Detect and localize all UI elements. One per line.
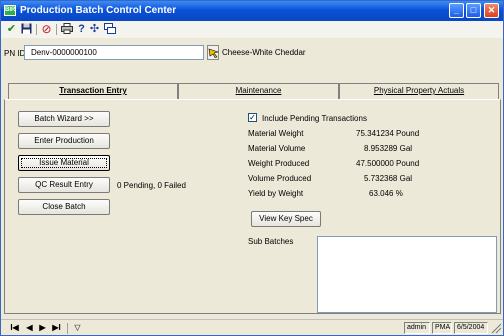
tab-label: Physical Property Actuals bbox=[373, 86, 465, 95]
include-pending-label: Include Pending Transactions bbox=[262, 114, 367, 123]
toolbar: ✔ ⊘ ? ✣ bbox=[1, 21, 503, 38]
tab-maintenance[interactable]: Maintenance bbox=[178, 83, 339, 99]
pn-lookup-button[interactable] bbox=[207, 45, 219, 60]
previous-record-icon[interactable]: ◀ bbox=[23, 322, 36, 334]
title-bar: BIR Production Batch Control Center _ □ … bbox=[1, 1, 503, 21]
tab-physical-property-actuals[interactable]: Physical Property Actuals bbox=[339, 83, 499, 99]
last-record-icon[interactable]: ▶I bbox=[50, 322, 63, 334]
issue-material-button[interactable]: Issue Material bbox=[18, 155, 110, 171]
tab-label: Maintenance bbox=[235, 86, 282, 95]
tab-label: Transaction Entry bbox=[59, 86, 127, 95]
status-bar: I◀ ◀ ▶ ▶I ▽ admin PMA 6/5/2004 bbox=[1, 319, 503, 335]
status-separator bbox=[67, 323, 68, 334]
include-pending-checkbox[interactable]: ✓ bbox=[248, 113, 257, 122]
pn-id-label: PN ID bbox=[4, 49, 26, 58]
tab-transaction-entry[interactable]: Transaction Entry bbox=[8, 83, 178, 100]
tab-strip: Transaction Entry Maintenance Physical P… bbox=[1, 83, 503, 100]
batch-wizard-button[interactable]: Batch Wizard >> bbox=[18, 111, 110, 127]
print-icon[interactable] bbox=[60, 23, 73, 36]
window-title: Production Batch Control Center bbox=[20, 5, 177, 16]
toolbar-separator bbox=[36, 24, 37, 35]
maximize-button[interactable]: □ bbox=[466, 3, 481, 18]
check-icon[interactable]: ✔ bbox=[5, 23, 18, 36]
metric-value: 47.500000 Pound bbox=[356, 159, 420, 168]
enter-production-button[interactable]: Enter Production bbox=[18, 133, 110, 149]
pn-id-input[interactable]: Denv-0000000100 bbox=[24, 45, 204, 60]
toolbar-separator bbox=[56, 24, 57, 35]
refresh-icon[interactable]: ✣ bbox=[88, 23, 101, 36]
next-record-icon[interactable]: ▶ bbox=[36, 322, 49, 334]
sub-batches-label: Sub Batches bbox=[248, 237, 294, 246]
minimize-button[interactable]: _ bbox=[449, 3, 464, 18]
lookup-arrow-icon bbox=[208, 48, 219, 58]
sub-batches-list[interactable] bbox=[317, 236, 497, 313]
status-date: 6/5/2004 bbox=[454, 322, 488, 334]
metric-value: 63.046 % bbox=[369, 189, 403, 198]
resize-grip-icon[interactable] bbox=[490, 322, 502, 334]
qc-status-text: 0 Pending, 0 Failed bbox=[117, 181, 186, 190]
qc-result-entry-button[interactable]: QC Result Entry bbox=[18, 177, 110, 193]
metric-value: 75.341234 Pound bbox=[356, 129, 420, 138]
save-icon[interactable] bbox=[20, 23, 33, 36]
first-record-icon[interactable]: I◀ bbox=[8, 322, 21, 334]
close-batch-button[interactable]: Close Batch bbox=[18, 199, 110, 215]
metric-label: Weight Produced bbox=[248, 159, 310, 168]
help-icon[interactable]: ? bbox=[75, 23, 88, 36]
view-key-spec-button[interactable]: View Key Spec bbox=[251, 211, 321, 227]
pn-row: PN ID Denv-0000000100 Cheese-White Chedd… bbox=[1, 40, 503, 66]
filter-icon[interactable]: ▽ bbox=[71, 322, 84, 334]
metric-label: Material Volume bbox=[248, 144, 306, 153]
close-button[interactable]: ✕ bbox=[484, 3, 499, 18]
metric-label: Material Weight bbox=[248, 129, 304, 138]
cancel-icon[interactable]: ⊘ bbox=[40, 23, 53, 36]
metric-value: 8.953289 Gal bbox=[364, 144, 413, 153]
app-icon: BIR bbox=[4, 5, 16, 16]
application-window: BIR Production Batch Control Center _ □ … bbox=[0, 0, 504, 336]
metric-label: Yield by Weight bbox=[248, 189, 304, 198]
status-user: admin bbox=[404, 322, 430, 334]
pn-description: Cheese-White Cheddar bbox=[222, 48, 306, 57]
window-icon[interactable] bbox=[103, 23, 116, 36]
metric-label: Volume Produced bbox=[248, 174, 312, 183]
status-org: PMA bbox=[432, 322, 452, 334]
metric-value: 5.732368 Gal bbox=[364, 174, 413, 183]
